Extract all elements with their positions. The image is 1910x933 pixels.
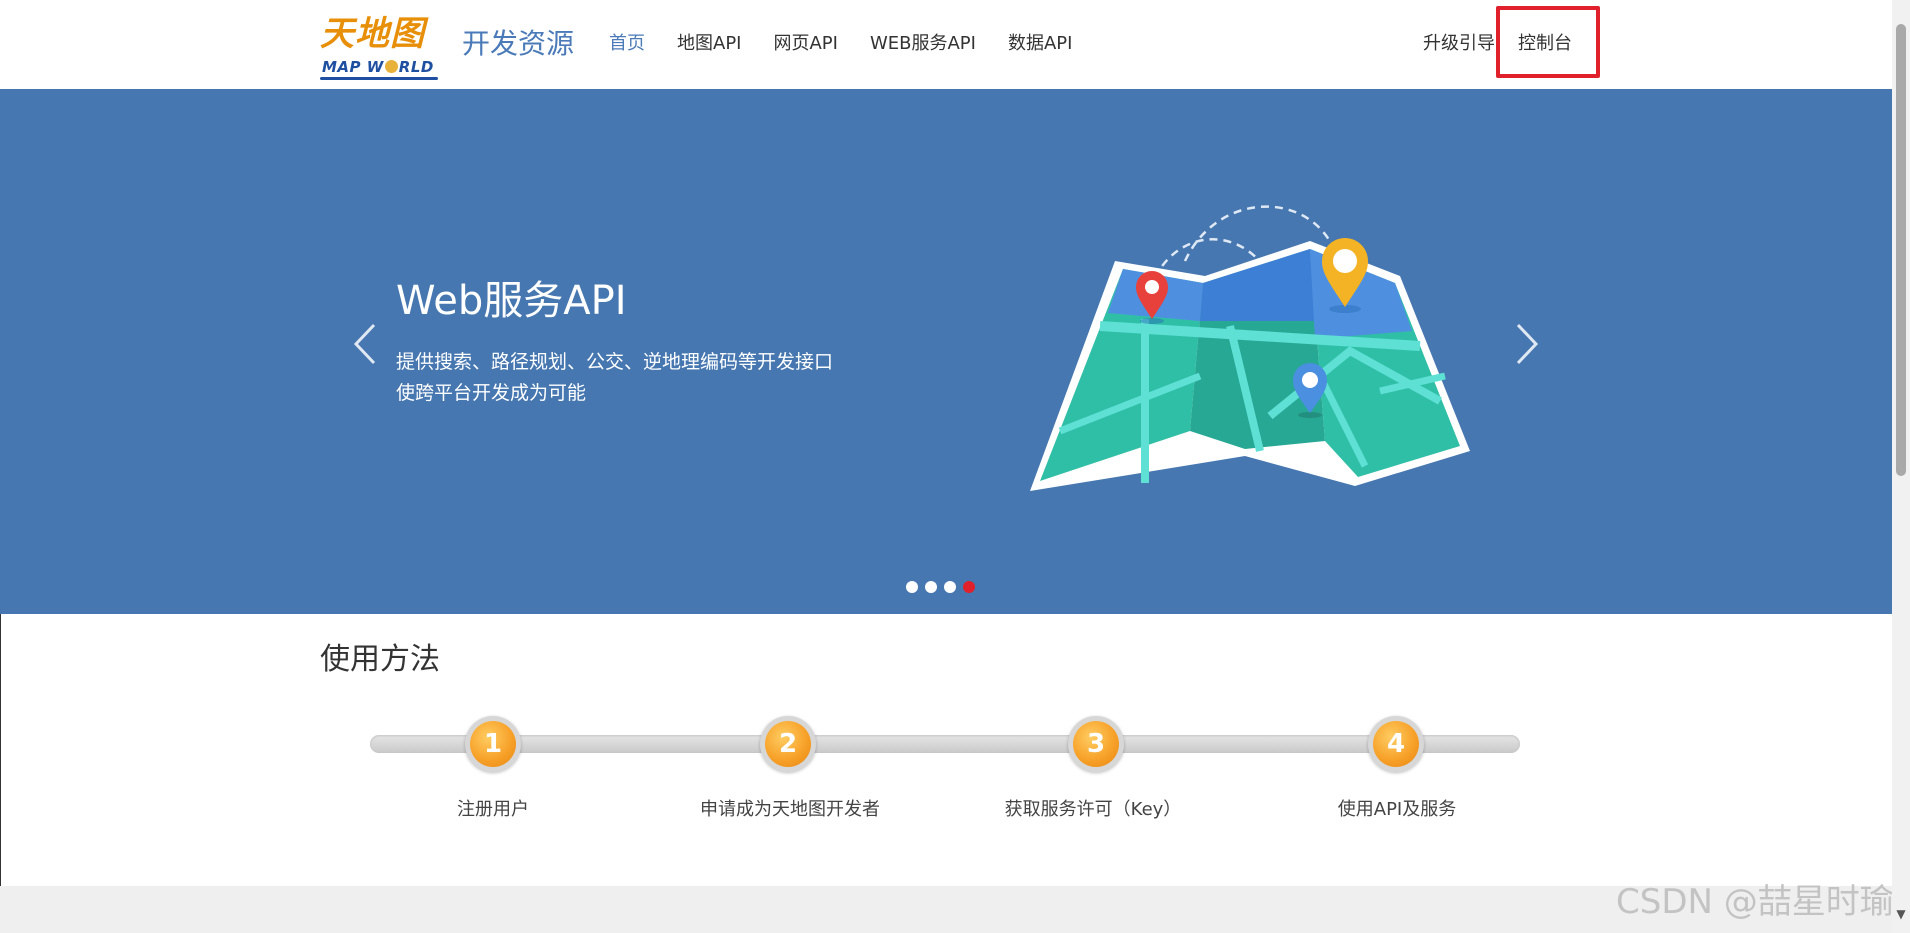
logo-underline <box>320 77 438 80</box>
brand-title[interactable]: 开发资源 <box>462 26 574 62</box>
footer-strip <box>0 886 1892 933</box>
nav-console[interactable]: 控制台 <box>1518 30 1572 58</box>
carousel-dot-3[interactable] <box>944 581 956 593</box>
nav-home[interactable]: 首页 <box>609 30 645 58</box>
step-3-label: 获取服务许可（Key） <box>1004 799 1182 820</box>
banner-desc-line2: 使跨平台开发成为可能 <box>396 382 587 404</box>
nav-web-page-api[interactable]: 网页API <box>773 30 837 58</box>
carousel-dot-4[interactable] <box>963 581 975 593</box>
csdn-watermark: CSDN @喆星时瑜 <box>1616 882 1894 922</box>
main-nav: 首页 地图API 网页API WEB服务API 数据API <box>609 30 1104 58</box>
hero-carousel: Web服务API 提供搜索、路径规划、公交、逆地理编码等开发接口 使跨平台开发成… <box>0 89 1892 614</box>
scrollbar-thumb[interactable] <box>1896 24 1906 476</box>
globe-icon <box>384 60 398 73</box>
top-navbar: 天地图 MAP W RLD 开发资源 首页 地图API 网页API WEB服务AP… <box>0 0 1892 90</box>
tianditu-logo[interactable]: 天地图 MAP W RLD <box>320 14 438 80</box>
nav-data-api[interactable]: 数据API <box>1008 30 1072 58</box>
carousel-dot-2[interactable] <box>925 581 937 593</box>
carousel-indicators <box>906 581 975 593</box>
step-2-label: 申请成为天地图开发者 <box>700 799 880 820</box>
scroll-down-arrow-icon[interactable]: ▼ <box>1895 908 1907 920</box>
nav-upgrade-guide[interactable]: 升级引导 <box>1423 30 1495 58</box>
carousel-next-button[interactable] <box>1512 319 1542 369</box>
carousel-dot-1[interactable] <box>906 581 918 593</box>
usage-section-title: 使用方法 <box>320 642 440 677</box>
chevron-right-icon <box>1516 323 1539 365</box>
carousel-prev-button[interactable] <box>350 319 380 369</box>
steps-progress-track <box>370 735 1520 753</box>
banner-title: Web服务API <box>396 278 627 324</box>
logo-en-text: MAP W RLD <box>322 58 434 76</box>
step-4-badge: 4 <box>1368 716 1424 772</box>
banner-desc-line1: 提供搜索、路径规划、公交、逆地理编码等开发接口 <box>396 351 834 373</box>
vertical-scrollbar[interactable]: ▼ <box>1892 0 1910 933</box>
nav-map-api[interactable]: 地图API <box>677 30 741 58</box>
step-4-label: 使用API及服务 <box>1337 799 1457 820</box>
chevron-left-icon <box>353 323 376 365</box>
step-3-badge: 3 <box>1068 716 1124 772</box>
step-1-label: 注册用户 <box>457 799 529 820</box>
nav-web-service-api[interactable]: WEB服务API <box>870 30 976 58</box>
step-2-badge: 2 <box>760 716 816 772</box>
logo-cn-text: 天地图 <box>320 14 425 54</box>
folded-map-illustration-icon <box>1030 205 1470 491</box>
banner-description: 提供搜索、路径规划、公交、逆地理编码等开发接口 使跨平台开发成为可能 <box>396 347 956 409</box>
step-1-badge: 1 <box>465 716 521 772</box>
